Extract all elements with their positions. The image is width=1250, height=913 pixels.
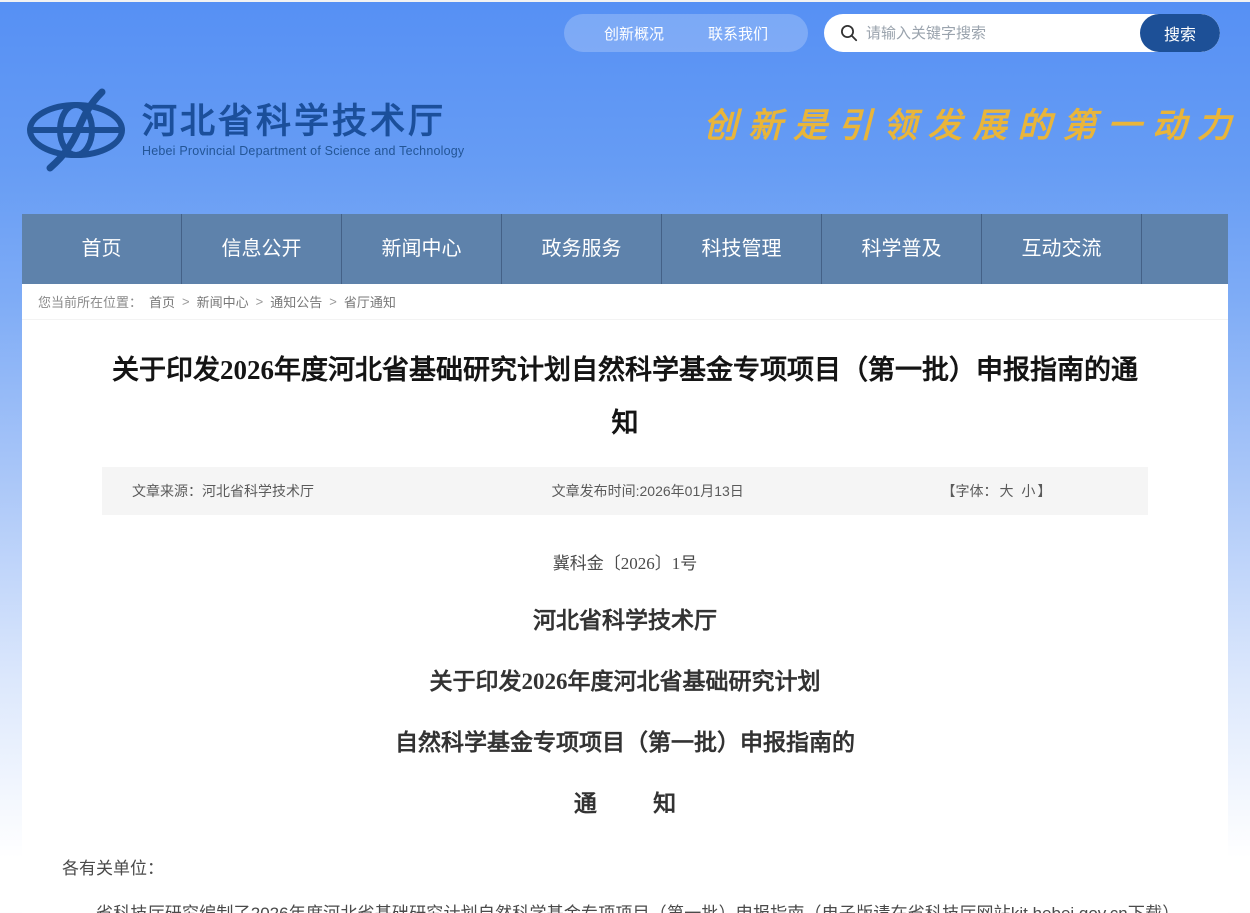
search-button[interactable]: 搜索 — [1140, 14, 1220, 52]
breadcrumb-separator: > — [329, 294, 337, 309]
site-title: 河北省科学技术厅 — [142, 102, 464, 142]
breadcrumb-separator: > — [256, 294, 264, 309]
font-size-control: 【字体：大 小】 — [845, 481, 1148, 501]
brand-text-block: 河北省科学技术厅 Hebei Provincial Department of … — [142, 102, 464, 158]
nav-item-tech-management[interactable]: 科技管理 — [662, 214, 822, 284]
article-title: 关于印发2026年度河北省基础研究计划自然科学基金专项项目（第一批）申报指南的通… — [107, 344, 1143, 449]
brand-area: 河北省科学技术厅 Hebei Provincial Department of … — [26, 88, 464, 172]
breadcrumb: 您当前所在位置： 首页 > 新闻中心 > 通知公告 > 省厅通知 — [22, 284, 1228, 320]
main-navigation: 首页 信息公开 新闻中心 政务服务 科技管理 科学普及 互动交流 — [22, 214, 1228, 284]
nav-item-gov-services[interactable]: 政务服务 — [502, 214, 662, 284]
nav-item-info-disclosure[interactable]: 信息公开 — [182, 214, 342, 284]
top-links-group: 创新概况 联系我们 — [564, 14, 808, 52]
font-size-small-button[interactable]: 小 — [1019, 483, 1037, 499]
document-title-line-1: 河北省科学技术厅 — [22, 601, 1228, 635]
site-subtitle: Hebei Provincial Department of Science a… — [142, 144, 464, 158]
font-size-label: 【字体： — [941, 483, 997, 499]
breadcrumb-home[interactable]: 首页 — [149, 292, 175, 311]
site-header: 创新概况 联系我们 搜索 — [0, 2, 1250, 214]
search-icon — [824, 24, 866, 42]
breadcrumb-prefix: 您当前所在位置： — [38, 292, 142, 311]
breadcrumb-news-center[interactable]: 新闻中心 — [197, 292, 249, 311]
breadcrumb-separator: > — [182, 294, 190, 309]
body-paragraph: 省科技厅研究编制了2026年度河北省基础研究计划自然科学基金专项项目（第一批）申… — [62, 895, 1188, 913]
breadcrumb-dept-notice[interactable]: 省厅通知 — [344, 292, 396, 311]
nav-filler — [1142, 214, 1228, 284]
article-body: 各有关单位： 省科技厅研究编制了2026年度河北省基础研究计划自然科学基金专项项… — [62, 850, 1188, 913]
font-size-large-button[interactable]: 大 — [997, 483, 1015, 499]
nav-item-home[interactable]: 首页 — [22, 214, 182, 284]
top-utility-bar: 创新概况 联系我们 搜索 — [564, 14, 1220, 52]
content-panel: 您当前所在位置： 首页 > 新闻中心 > 通知公告 > 省厅通知 关于印发202… — [22, 284, 1228, 913]
link-contact-us[interactable]: 联系我们 — [708, 23, 768, 44]
article-publish-time: 文章发布时间:2026年01月13日 — [451, 481, 845, 501]
search-input[interactable] — [866, 25, 1140, 42]
article-source: 文章来源：河北省科学技术厅 — [102, 481, 451, 501]
nav-item-news-center[interactable]: 新闻中心 — [342, 214, 502, 284]
document-title-line-4: 通 知 — [22, 784, 1228, 818]
salutation: 各有关单位： — [62, 850, 1188, 887]
breadcrumb-notices[interactable]: 通知公告 — [270, 292, 322, 311]
nav-item-interaction[interactable]: 互动交流 — [982, 214, 1142, 284]
document-number: 冀科金〔2026〕1号 — [22, 549, 1228, 574]
font-size-label-close: 】 — [1037, 483, 1051, 499]
header-slogan: 创新是引领发展的第一动力 — [703, 98, 1242, 147]
link-innovation-overview[interactable]: 创新概况 — [604, 23, 664, 44]
agency-logo-icon[interactable] — [26, 88, 126, 172]
nav-item-science-popularization[interactable]: 科学普及 — [822, 214, 982, 284]
document-title-line-3: 自然科学基金专项项目（第一批）申报指南的 — [22, 723, 1228, 757]
article-meta-bar: 文章来源：河北省科学技术厅 文章发布时间:2026年01月13日 【字体：大 小… — [102, 467, 1148, 515]
search-bar: 搜索 — [824, 14, 1220, 52]
document-title-line-2: 关于印发2026年度河北省基础研究计划 — [22, 662, 1228, 696]
